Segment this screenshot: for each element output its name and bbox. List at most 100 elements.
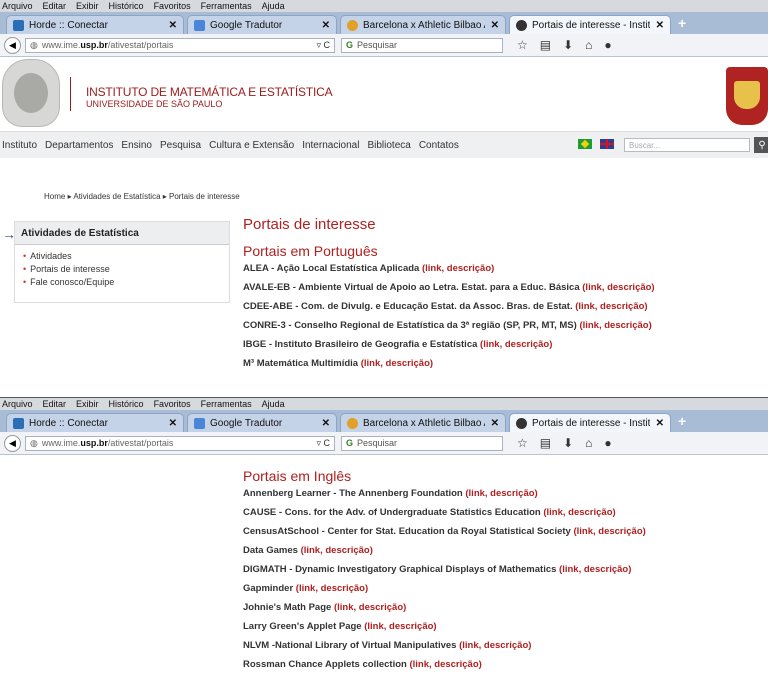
menu-ajuda[interactable]: Ajuda [262,399,285,409]
close-icon[interactable]: ✕ [656,418,664,429]
tab-horde[interactable]: Horde :: Conectar ✕ [6,413,184,432]
brazil-flag-icon[interactable] [578,139,592,149]
close-icon[interactable]: ✕ [169,418,177,429]
sidebar-item-portais[interactable]: • Portais de interesse [23,264,229,274]
menu-exibir[interactable]: Exibir [76,399,99,409]
link-descricao[interactable]: (link, descrição) [465,488,537,499]
new-tab-button[interactable]: + [678,15,686,31]
menu-editar[interactable]: Editar [43,1,67,11]
nav-ensino[interactable]: Ensino [121,140,152,151]
close-icon[interactable]: ✕ [169,20,177,31]
reload-icon[interactable]: ▿ C [316,40,330,51]
link-descricao[interactable]: (link, descrição) [559,564,631,575]
star-icon[interactable]: ☆ [517,38,528,52]
breadcrumb[interactable]: Home ▸ Atividades de Estatística ▸ Porta… [44,192,240,201]
tab-barcelona[interactable]: Barcelona x Athletic Bilbao Ao... ✕ [340,413,506,432]
link-descricao[interactable]: (link, descrição) [582,282,654,293]
tab-google-tradutor[interactable]: Google Tradutor ✕ [187,413,337,432]
nav-internacional[interactable]: Internacional [302,140,359,151]
google-icon: G [346,40,354,50]
close-icon[interactable]: ✕ [491,418,499,429]
link-descricao[interactable]: (link, descrição) [334,602,406,613]
tab-barcelona[interactable]: Barcelona x Athletic Bilbao Ao... ✕ [340,15,506,34]
chat-icon[interactable]: ● [604,436,611,450]
page-title: Portais de interesse [243,216,376,233]
menu-historico[interactable]: Histórico [109,1,144,11]
tab-horde[interactable]: Horde :: Conectar ✕ [6,15,184,34]
tab-portais[interactable]: Portais de interesse - Institut... ✕ [509,15,671,34]
browser-search-input[interactable]: G Pesquisar [341,37,503,53]
nav-biblioteca[interactable]: Biblioteca [367,140,410,151]
list-item: CensusAtSchool - Center for Stat. Educat… [243,526,646,537]
uk-flag-icon[interactable] [600,139,614,149]
chat-icon[interactable]: ● [604,38,611,52]
nav-cultura[interactable]: Cultura e Extensão [209,140,294,151]
link-descricao[interactable]: (link, descrição) [543,507,615,518]
search-icon[interactable]: ⚲ [754,137,768,153]
nav-contatos[interactable]: Contatos [419,140,459,151]
home-icon[interactable]: ⌂ [585,436,592,450]
nav-pesquisa[interactable]: Pesquisa [160,140,201,151]
browser-window-top: Arquivo Editar Exibir Histórico Favorito… [0,0,768,397]
close-icon[interactable]: ✕ [656,20,664,31]
link-descricao[interactable]: (link, descrição) [575,301,647,312]
link-descricao[interactable]: (link, descrição) [364,621,436,632]
url-bar[interactable]: ◍ www.ime.usp.br/ativestat/portais ▿ C [25,37,335,53]
list-item: IBGE - Instituto Brasileiro de Geografia… [243,339,553,350]
link-descricao[interactable]: (link, descrição) [480,339,552,350]
menu-editar[interactable]: Editar [43,399,67,409]
home-icon[interactable]: ⌂ [585,38,592,52]
menu-historico[interactable]: Histórico [109,399,144,409]
tab-google-tradutor[interactable]: Google Tradutor ✕ [187,15,337,34]
link-descricao[interactable]: (link, descrição) [301,545,373,556]
close-icon[interactable]: ✕ [322,20,330,31]
list-item: Rossman Chance Applets collection (link,… [243,659,482,670]
soccer-icon [347,19,358,31]
url-bar[interactable]: ◍ www.ime.usp.br/ativestat/portais ▿ C [25,435,335,451]
url-text: www.ime.usp.br/ativestat/portais [41,40,174,50]
link-descricao[interactable]: (link, descrição) [579,320,651,331]
section-title-pt: Portais em Português [243,243,378,259]
menu-favoritos[interactable]: Favoritos [154,1,191,11]
close-icon[interactable]: ✕ [322,418,330,429]
close-icon[interactable]: ✕ [491,20,499,31]
tab-portais[interactable]: Portais de interesse - Institut... ✕ [509,413,671,432]
star-icon[interactable]: ☆ [517,436,528,450]
list-item: AVALE-EB - Ambiente Virtual de Apoio ao … [243,282,655,293]
menu-favoritos[interactable]: Favoritos [154,399,191,409]
link-descricao[interactable]: (link, descrição) [296,583,368,594]
menu-exibir[interactable]: Exibir [76,1,99,11]
clipboard-icon[interactable]: ▤ [540,436,551,450]
menu-ajuda[interactable]: Ajuda [262,1,285,11]
link-descricao[interactable]: (link, descrição) [361,358,433,369]
menu-ferramentas[interactable]: Ferramentas [201,1,252,11]
site-search-input[interactable]: Buscar... [624,138,750,152]
back-arrow-icon[interactable]: ◀ [4,36,21,54]
menu-arquivo[interactable]: Arquivo [2,399,33,409]
soccer-icon [347,417,358,429]
browser-window-bottom: Arquivo Editar Exibir Histórico Favorito… [0,397,768,689]
nav-toolbar: ◀ ◍ www.ime.usp.br/ativestat/portais ▿ C… [0,34,768,57]
list-item: Larry Green's Applet Page (link, descriç… [243,621,437,632]
link-descricao[interactable]: (link, descrição) [573,526,645,537]
browser-search-input[interactable]: G Pesquisar [341,435,503,451]
new-tab-button[interactable]: + [678,413,686,429]
list-item: M³ Matemática Multimídia (link, descriçã… [243,358,434,369]
link-descricao[interactable]: (link, descrição) [459,640,531,651]
sidebar-item-atividades[interactable]: • Atividades [23,251,229,261]
clipboard-icon[interactable]: ▤ [540,38,551,52]
reload-icon[interactable]: ▿ C [316,438,330,449]
globe-icon: ◍ [30,437,38,448]
nav-departamentos[interactable]: Departamentos [45,140,113,151]
sidebar-item-fale-conosco[interactable]: • Fale conosco/Equipe [23,277,229,287]
menu-ferramentas[interactable]: Ferramentas [201,399,252,409]
list-item: ALEA - Ação Local Estatística Aplicada (… [243,263,495,274]
back-arrow-icon[interactable]: ◀ [4,434,21,452]
download-icon[interactable]: ⬇ [563,38,573,52]
nav-instituto[interactable]: Instituto [2,140,37,151]
list-item: Data Games (link, descrição) [243,545,373,556]
menu-arquivo[interactable]: Arquivo [2,1,33,11]
link-descricao[interactable]: (link, descrição) [422,263,494,274]
link-descricao[interactable]: (link, descrição) [409,659,481,670]
download-icon[interactable]: ⬇ [563,436,573,450]
